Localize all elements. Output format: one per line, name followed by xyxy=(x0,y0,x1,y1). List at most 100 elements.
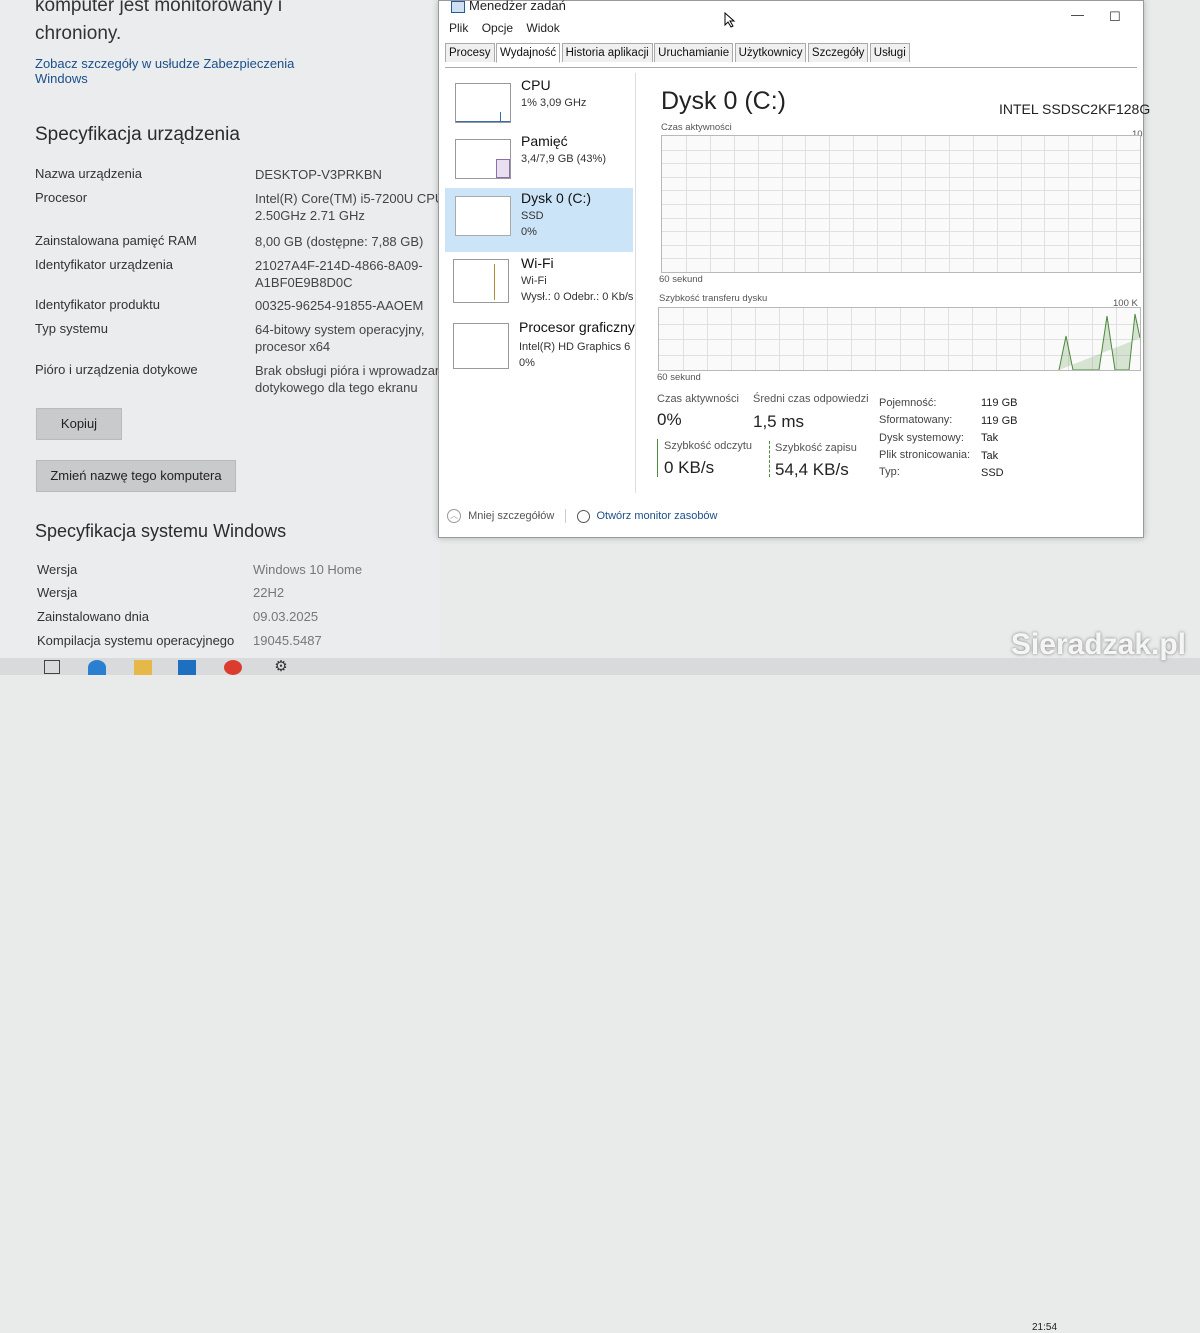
resource-detail: Intel(R) HD Graphics 62 xyxy=(519,341,631,353)
win-row-version: Wersja 22H2 xyxy=(37,585,437,600)
tab-processes[interactable]: Procesy xyxy=(445,43,495,62)
transfer-caption: Szybkość transferu dysku xyxy=(659,293,768,304)
resource-memory[interactable]: Pamięć 3,4/7,9 GB (43%) xyxy=(445,131,633,195)
tab-details[interactable]: Szczegóły xyxy=(807,43,869,62)
fewer-details-link[interactable]: Mniej szczegółów xyxy=(468,510,554,522)
disk-thumbnail-graph xyxy=(455,196,511,236)
response-time-value: 1,5 ms xyxy=(753,412,805,431)
win-row-build: Kompilacja systemu operacyjnego 19045.54… xyxy=(37,633,437,648)
grid-line xyxy=(685,136,687,272)
read-rate-marker xyxy=(657,439,658,477)
disk-model: INTEL SSDSC2KF128G xyxy=(999,101,1151,117)
write-rate-label: Szybkość zapisu xyxy=(775,442,857,454)
disk-title: Dysk 0 (C:) xyxy=(661,87,786,115)
resource-wifi[interactable]: Wi-Fi Wi-Fi Wysł.: 0 Odebr.: 0 Kb/s xyxy=(445,253,633,317)
resource-usage: 0% xyxy=(521,226,537,238)
windows-spec-title: Specyfikacja systemu Windows xyxy=(35,521,287,541)
response-time-label: Średni czas odpowiedzi xyxy=(753,393,869,405)
win-row-edition: Wersja Windows 10 Home xyxy=(37,562,437,577)
spec-label: Typ systemu xyxy=(35,321,108,336)
resource-name: Procesor graficzny xyxy=(519,319,635,335)
grid-line xyxy=(1044,136,1046,272)
open-resource-monitor-link[interactable]: Otwórz monitor zasobów xyxy=(596,510,717,522)
grid-line xyxy=(924,136,926,272)
system-disk-value: Tak xyxy=(981,432,999,444)
grid-line xyxy=(829,136,831,272)
formatted-value: 119 GB xyxy=(981,415,1018,427)
spec-label: Zainstalowano dnia xyxy=(37,609,150,624)
spec-value: 8,00 GB (dostępne: 7,88 GB) xyxy=(255,234,424,249)
tab-services[interactable]: Usługi xyxy=(869,43,910,62)
window-title: Menedżer zadań xyxy=(469,0,566,13)
chevron-up-icon[interactable]: ︿ xyxy=(447,509,461,523)
minimize-icon[interactable]: — xyxy=(1071,7,1084,22)
grid-line xyxy=(1020,136,1022,272)
settings-gear-icon[interactable]: ⚙ xyxy=(272,659,290,675)
resource-gpu[interactable]: Procesor graficzny Intel(R) HD Graphics … xyxy=(445,317,635,381)
resource-usage: 0% xyxy=(519,357,535,369)
spec-label: Wersja xyxy=(37,562,78,577)
spec-value: 64-bitowy system operacyjny, procesor x6… xyxy=(255,322,425,354)
cpu-thumbnail-graph xyxy=(455,83,511,123)
activity-timespan: 60 sekund xyxy=(659,274,703,285)
outlook-icon[interactable] xyxy=(178,660,196,675)
task-manager-icon xyxy=(451,1,465,13)
menu-options[interactable]: Opcje xyxy=(482,21,513,35)
memory-thumbnail-graph xyxy=(455,139,511,179)
spec-value: Intel(R) Core(TM) i5-7200U CPU 2.50GHz 2… xyxy=(255,191,445,223)
chrome-icon[interactable] xyxy=(224,660,242,675)
resource-name: Wi-Fi xyxy=(521,255,554,271)
status-line-1: komputer jest monitorowany i xyxy=(35,0,283,16)
spec-value: Brak obsługi pióra i wprowadzan dotykowe… xyxy=(255,363,443,395)
copy-button[interactable]: Kopiuj xyxy=(36,408,122,440)
type-label: Typ: xyxy=(879,466,900,478)
grid-line xyxy=(1116,136,1118,272)
resource-list: CPU 1% 3,09 GHz Pamięć 3,4/7,9 GB (43%) … xyxy=(445,73,636,493)
edge-icon[interactable] xyxy=(88,660,106,675)
active-time-label: Czas aktywności xyxy=(657,393,739,405)
resource-detail: Wi-Fi xyxy=(521,275,547,287)
grid-line xyxy=(757,136,759,272)
maximize-icon[interactable]: ☐ xyxy=(1109,9,1121,25)
security-details-link[interactable]: Zobacz szczegóły w usłudze Zabezpieczeni… xyxy=(35,56,315,86)
grid-line xyxy=(877,136,879,272)
tab-performance[interactable]: Wydajność xyxy=(496,43,561,63)
watermark-text: Sieradzak.pl xyxy=(1010,628,1186,661)
device-spec-title: Specyfikacja urządzenia xyxy=(35,124,240,145)
resource-disk-0[interactable]: Dysk 0 (C:) SSD 0% xyxy=(445,188,633,252)
gpu-thumbnail-graph xyxy=(453,323,509,369)
grid-line xyxy=(805,136,807,272)
resource-detail: 3,4/7,9 GB (43%) xyxy=(521,153,606,165)
active-time-value: 0% xyxy=(657,410,682,429)
grid-line xyxy=(1092,136,1094,272)
settings-about-page: komputer jest monitorowany i chroniony. … xyxy=(0,0,444,660)
activity-graph xyxy=(661,135,1141,273)
tab-startup[interactable]: Uruchamianie xyxy=(654,43,734,62)
spec-label: Identyfikator produktu xyxy=(35,297,161,312)
resource-monitor-icon xyxy=(577,509,591,523)
activity-caption: Czas aktywności xyxy=(661,122,732,133)
spec-value: DESKTOP-V3PRKBN xyxy=(255,167,382,182)
resource-cpu[interactable]: CPU 1% 3,09 GHz xyxy=(445,75,633,139)
menu-view[interactable]: Widok xyxy=(526,21,559,35)
task-view-icon[interactable] xyxy=(44,660,60,674)
spec-value: 21027A4F-214D-4866-8A09-A1BF0E9B8D0C xyxy=(255,258,423,290)
file-explorer-icon[interactable] xyxy=(134,660,152,675)
footer-divider xyxy=(565,509,567,523)
formatted-label: Sformatowany: xyxy=(879,414,953,426)
transfer-graph xyxy=(658,307,1141,371)
spec-label: Zainstalowana pamięć RAM xyxy=(35,233,197,248)
taskbar-clock[interactable]: 21:54 xyxy=(1032,1322,1057,1333)
menu-file[interactable]: Plik xyxy=(449,21,468,35)
spec-label: Procesor xyxy=(35,190,88,205)
resource-detail: SSD xyxy=(521,210,544,222)
write-rate-value: 54,4 KB/s xyxy=(775,460,849,479)
tab-app-history[interactable]: Historia aplikacji xyxy=(561,43,653,62)
tab-users[interactable]: Użytkownicy xyxy=(734,43,807,62)
spec-value: 22H2 xyxy=(253,585,285,600)
spec-label: Identyfikator urządzenia xyxy=(35,257,174,272)
read-rate-value: 0 KB/s xyxy=(664,458,715,477)
page-file-label: Plik stronicowania: xyxy=(879,449,971,461)
title-bar[interactable]: Menedżer zadań — ☐ xyxy=(439,0,1143,24)
rename-pc-button[interactable]: Zmień nazwę tego komputera xyxy=(36,460,236,492)
